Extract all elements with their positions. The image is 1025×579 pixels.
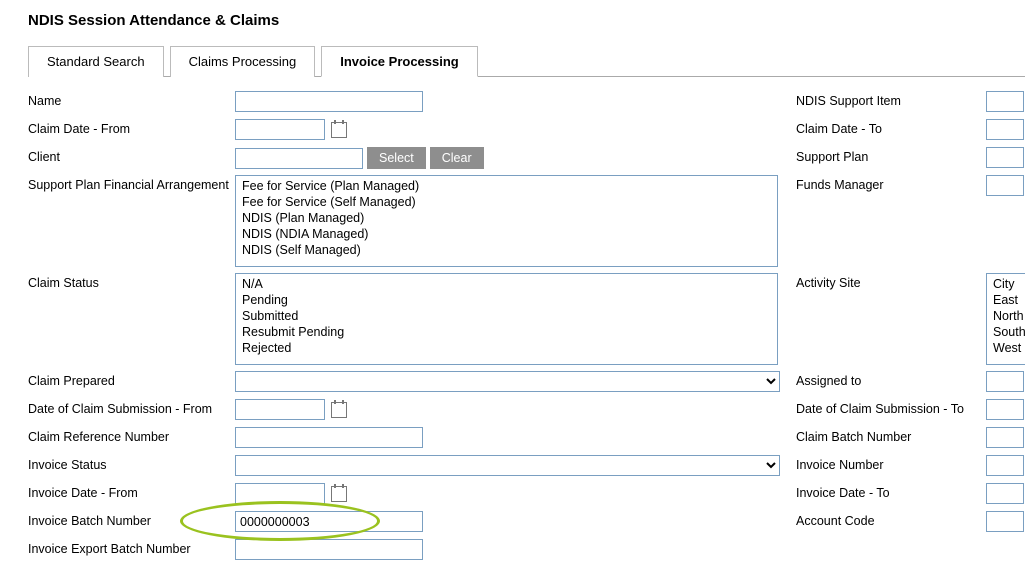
label-support-plan: Support Plan	[796, 147, 986, 164]
label-invoice-export-batch-number: Invoice Export Batch Number	[28, 539, 235, 556]
label-claim-date-from: Claim Date - From	[28, 119, 235, 136]
claim-status-option[interactable]: N/A	[238, 276, 775, 292]
calendar-icon[interactable]	[331, 122, 347, 138]
label-invoice-number: Invoice Number	[796, 455, 986, 472]
activity-site-option[interactable]: South	[989, 324, 1025, 340]
label-claim-status: Claim Status	[28, 273, 235, 290]
claim-status-option[interactable]: Resubmit Pending	[238, 324, 775, 340]
label-claim-date-to: Claim Date - To	[796, 119, 986, 136]
invoice-date-from-input[interactable]	[235, 483, 325, 504]
claim-date-to-input[interactable]	[986, 119, 1024, 140]
label-invoice-status: Invoice Status	[28, 455, 235, 472]
activity-site-option[interactable]: West	[989, 340, 1025, 356]
invoice-status-select[interactable]	[235, 455, 780, 476]
label-invoice-batch-number: Invoice Batch Number	[28, 511, 235, 528]
label-date-submission-from: Date of Claim Submission - From	[28, 399, 235, 416]
label-date-submission-to: Date of Claim Submission - To	[796, 399, 986, 416]
label-client: Client	[28, 147, 235, 164]
label-name: Name	[28, 91, 235, 108]
label-claim-ref-number: Claim Reference Number	[28, 427, 235, 444]
invoice-batch-number-input[interactable]	[235, 511, 423, 532]
claim-batch-number-input[interactable]	[986, 427, 1024, 448]
invoice-number-input[interactable]	[986, 455, 1024, 476]
assigned-to-input[interactable]	[986, 371, 1024, 392]
claim-status-option[interactable]: Rejected	[238, 340, 775, 356]
funds-manager-input[interactable]	[986, 175, 1024, 196]
label-invoice-date-from: Invoice Date - From	[28, 483, 235, 500]
spfa-option[interactable]: NDIS (Plan Managed)	[238, 210, 775, 226]
activity-site-option[interactable]: East	[989, 292, 1025, 308]
spfa-option[interactable]: NDIS (Self Managed)	[238, 242, 775, 258]
tab-claims-processing[interactable]: Claims Processing	[170, 46, 316, 77]
label-assigned-to: Assigned to	[796, 371, 986, 388]
label-funds-manager: Funds Manager	[796, 175, 986, 192]
label-account-code: Account Code	[796, 511, 986, 528]
claim-status-option[interactable]: Pending	[238, 292, 775, 308]
claim-date-from-input[interactable]	[235, 119, 325, 140]
invoice-export-batch-number-input[interactable]	[235, 539, 423, 560]
account-code-input[interactable]	[986, 511, 1024, 532]
ndis-support-item-input[interactable]	[986, 91, 1024, 112]
claim-status-multiselect[interactable]: N/A Pending Submitted Resubmit Pending R…	[235, 273, 778, 365]
tab-standard-search[interactable]: Standard Search	[28, 46, 164, 77]
calendar-icon[interactable]	[331, 486, 347, 502]
page-title: NDIS Session Attendance & Claims	[28, 12, 1025, 29]
client-input[interactable]	[235, 148, 363, 169]
label-invoice-date-to: Invoice Date - To	[796, 483, 986, 500]
label-spfa: Support Plan Financial Arrangement	[28, 175, 235, 192]
calendar-icon[interactable]	[331, 402, 347, 418]
spfa-option[interactable]: Fee for Service (Plan Managed)	[238, 178, 775, 194]
activity-site-multiselect[interactable]: City East North South West	[986, 273, 1025, 365]
spfa-multiselect[interactable]: Fee for Service (Plan Managed) Fee for S…	[235, 175, 778, 267]
spfa-option[interactable]: Fee for Service (Self Managed)	[238, 194, 775, 210]
date-submission-to-input[interactable]	[986, 399, 1024, 420]
claim-status-option[interactable]: Submitted	[238, 308, 775, 324]
select-button[interactable]: Select	[367, 147, 426, 169]
form-area: Name NDIS Support Item Claim Date - From…	[28, 91, 1025, 561]
spfa-option[interactable]: NDIS (NDIA Managed)	[238, 226, 775, 242]
activity-site-option[interactable]: North	[989, 308, 1025, 324]
invoice-date-to-input[interactable]	[986, 483, 1024, 504]
tabs: Standard Search Claims Processing Invoic…	[28, 45, 1025, 77]
support-plan-input[interactable]	[986, 147, 1024, 168]
label-claim-batch-number: Claim Batch Number	[796, 427, 986, 444]
tab-invoice-processing[interactable]: Invoice Processing	[321, 46, 478, 77]
claim-ref-number-input[interactable]	[235, 427, 423, 448]
claim-prepared-select[interactable]	[235, 371, 780, 392]
activity-site-option[interactable]: City	[989, 276, 1025, 292]
label-ndis-support-item: NDIS Support Item	[796, 91, 986, 108]
date-submission-from-input[interactable]	[235, 399, 325, 420]
clear-button[interactable]: Clear	[430, 147, 484, 169]
label-claim-prepared: Claim Prepared	[28, 371, 235, 388]
name-input[interactable]	[235, 91, 423, 112]
label-activity-site: Activity Site	[796, 273, 986, 290]
